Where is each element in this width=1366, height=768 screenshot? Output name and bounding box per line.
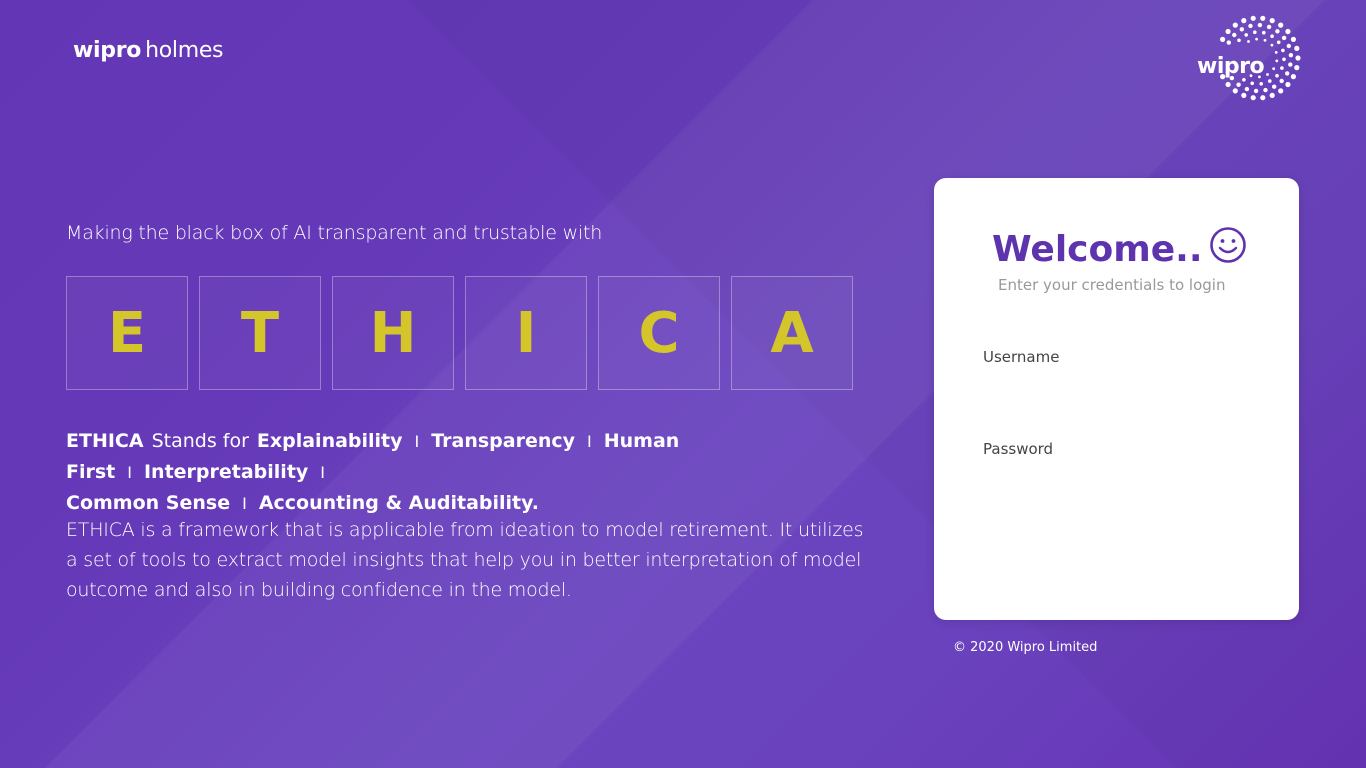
- letter-box-i: I: [465, 276, 587, 390]
- term-separator: I: [320, 463, 326, 482]
- ethica-description: ETHICA is a framework that is applicable…: [66, 519, 864, 601]
- letter-box-c: C: [598, 276, 720, 390]
- brand-right-wordmark: wipro: [1197, 54, 1265, 79]
- letter-box-a: A: [731, 276, 853, 390]
- wipro-logo: wipro: [1192, 14, 1302, 102]
- letter-box-h: H: [332, 276, 454, 390]
- ethica-letters: E T H I C A: [66, 276, 853, 390]
- username-label: Username: [983, 348, 1060, 366]
- password-label: Password: [983, 440, 1054, 458]
- term-transparency: Transparency: [431, 430, 576, 452]
- username-input[interactable]: [983, 370, 1253, 404]
- tagline: Making the black box of AI transparent a…: [66, 222, 603, 244]
- letter-box-e: E: [66, 276, 188, 390]
- smiley-icon: [1209, 226, 1247, 273]
- wipro-holmes-logo: wipro holmes: [73, 38, 224, 63]
- copyright: © 2020 Wipro Limited: [953, 640, 1098, 655]
- term-interpretability: Interpretability: [143, 461, 309, 483]
- welcome-title: Welcome..: [992, 229, 1203, 270]
- welcome-heading: Welcome..: [992, 226, 1247, 273]
- stands-for-connector: Stands for: [151, 430, 249, 452]
- term-separator: I: [242, 494, 247, 513]
- term-separator: I: [587, 432, 592, 451]
- term-accounting-auditability: Accounting & Auditability.: [258, 492, 539, 514]
- ethica-name: ETHICA: [66, 430, 144, 452]
- letter-box-t: T: [199, 276, 321, 390]
- term-separator: I: [127, 463, 132, 482]
- term-explainability: Explainability: [256, 430, 403, 452]
- brand-left-bold: wipro: [73, 38, 142, 63]
- term-separator: I: [414, 432, 420, 451]
- ethica-stands-for: ETHICA Stands for Explainability I Transpare…: [66, 426, 866, 519]
- password-input[interactable]: [983, 462, 1253, 496]
- brand-left-light: holmes: [145, 38, 224, 63]
- term-common-sense: Common Sense: [66, 492, 231, 514]
- login-card: Welcome.. Enter your credentials to logi…: [934, 178, 1299, 620]
- login-subtitle: Enter your credentials to login: [998, 276, 1226, 294]
